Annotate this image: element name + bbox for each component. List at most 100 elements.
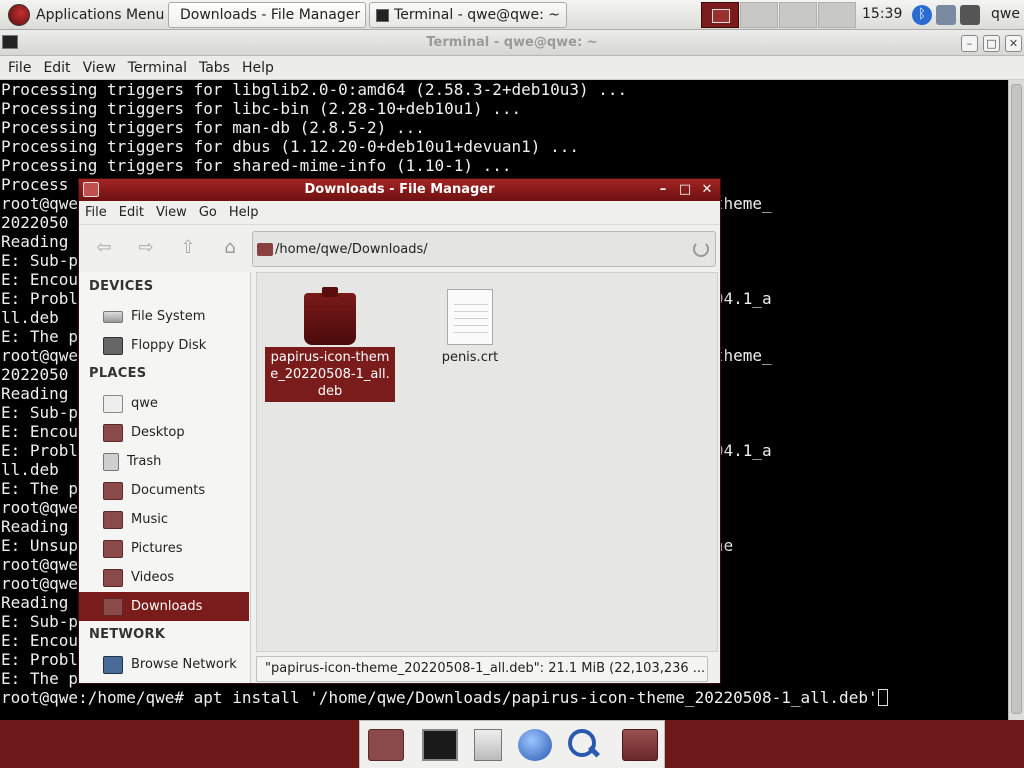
file-manager-sidebar: DEVICES File System Floppy Disk PLACES q… <box>79 272 251 683</box>
menu-terminal[interactable]: Terminal <box>122 60 193 76</box>
file-icon-wrap <box>405 285 535 347</box>
sidebar-item-floppy-disk[interactable]: Floppy Disk <box>79 331 249 360</box>
dock-files-icon[interactable] <box>622 729 658 761</box>
workspace-4[interactable] <box>818 2 856 28</box>
clock[interactable]: 15:39 <box>862 6 902 22</box>
workspace-2[interactable] <box>740 2 778 28</box>
file-icon-wrap <box>265 285 395 347</box>
fm-minimize-button[interactable]: – <box>654 181 672 199</box>
dock-file-cabinet-icon[interactable] <box>474 729 502 761</box>
sidebar-item-browse-network[interactable]: Browse Network <box>79 650 249 679</box>
menu-help[interactable]: Help <box>236 60 280 76</box>
task-label: Terminal - qwe@qwe: ~ <box>394 7 560 23</box>
dock-web-browser-icon[interactable] <box>518 729 552 761</box>
menu-tabs[interactable]: Tabs <box>193 60 236 76</box>
task-label: Downloads - File Manager <box>180 7 361 23</box>
sidebar-item-file-system[interactable]: File System <box>79 302 249 331</box>
sidebar-item-label: Pictures <box>131 541 183 556</box>
menu-view[interactable]: View <box>77 60 122 76</box>
videos-folder-icon <box>103 568 123 587</box>
terminal-titlebar[interactable]: Terminal - qwe@qwe: ~ – □ ✕ <box>0 30 1024 56</box>
user-name[interactable]: qwe <box>991 6 1020 22</box>
sidebar-header-network: NETWORK <box>89 627 166 642</box>
menu-edit[interactable]: Edit <box>37 60 76 76</box>
fm-menu-view[interactable]: View <box>150 205 193 220</box>
sidebar-item-pictures[interactable]: Pictures <box>79 534 249 563</box>
bottom-dock <box>359 720 665 768</box>
sidebar-item-trash[interactable]: Trash <box>79 447 249 476</box>
sidebar-item-home[interactable]: qwe <box>79 389 249 418</box>
package-icon <box>304 287 356 345</box>
fm-maximize-button[interactable]: □ <box>676 181 694 199</box>
scrollbar-thumb[interactable] <box>1011 84 1022 714</box>
file-item-penis-crt[interactable]: penis.crt <box>405 285 535 368</box>
forward-arrow-icon[interactable]: ⇨ <box>133 236 159 260</box>
terminal-title: Terminal - qwe@qwe: ~ <box>426 35 598 50</box>
terminal-scrollbar[interactable] <box>1008 80 1024 720</box>
file-manager-titlebar[interactable]: Downloads - File Manager – □ ✕ <box>79 179 720 201</box>
applications-menu-label: Applications Menu <box>36 7 165 23</box>
workspace-3[interactable] <box>779 2 817 28</box>
dock-search-icon[interactable] <box>566 729 600 761</box>
network-tray-icon[interactable] <box>936 5 956 25</box>
workspace-1[interactable] <box>701 2 739 28</box>
up-arrow-icon[interactable]: ⇧ <box>175 236 201 260</box>
sidebar-item-desktop[interactable]: Desktop <box>79 418 249 447</box>
display-tray-icon[interactable] <box>960 5 980 25</box>
sidebar-item-videos[interactable]: Videos <box>79 563 249 592</box>
reload-icon[interactable] <box>693 241 709 257</box>
terminal-line: Processing triggers for man-db (2.8.5-2)… <box>1 118 425 137</box>
dock-terminal-icon[interactable] <box>422 729 458 761</box>
back-arrow-icon[interactable]: ⇦ <box>91 236 117 260</box>
floppy-icon <box>103 336 123 355</box>
status-bar: "papirus-icon-theme_20220508-1_all.deb":… <box>256 656 708 682</box>
dock-home-folder-icon[interactable] <box>368 729 404 761</box>
fm-menu-go[interactable]: Go <box>193 205 223 220</box>
sidebar-item-label: File System <box>131 309 206 324</box>
task-terminal[interactable]: Terminal - qwe@qwe: ~ <box>369 2 567 28</box>
network-icon <box>103 655 123 674</box>
downloads-folder-icon <box>103 597 123 616</box>
sidebar-item-label: qwe <box>131 396 158 411</box>
sidebar-header-devices: DEVICES <box>89 279 154 294</box>
pictures-folder-icon <box>103 539 123 558</box>
sidebar-item-label: Videos <box>131 570 175 585</box>
menu-file[interactable]: File <box>2 60 37 76</box>
terminal-line: Processing triggers for shared-mime-info… <box>1 156 512 175</box>
minimize-button[interactable]: – <box>961 35 978 52</box>
fm-menu-help[interactable]: Help <box>223 205 265 220</box>
document-icon <box>447 289 493 345</box>
bluetooth-icon[interactable]: ᛒ <box>912 5 932 25</box>
top-panel: Applications Menu Downloads - File Manag… <box>0 0 1024 30</box>
text-cursor <box>877 689 888 706</box>
file-manager-title: Downloads - File Manager <box>304 182 495 197</box>
task-file-manager[interactable]: Downloads - File Manager <box>168 2 366 28</box>
prompt-text: root@qwe:/home/qwe# apt install '/home/q… <box>1 688 878 707</box>
sidebar-item-label: Desktop <box>131 425 185 440</box>
fm-menu-edit[interactable]: Edit <box>113 205 150 220</box>
applications-menu-button[interactable]: Applications Menu <box>2 2 170 28</box>
location-path: /home/qwe/Downloads/ <box>275 241 428 257</box>
file-icon-view[interactable]: papirus-icon-theme_20220508-1_all.deb pe… <box>256 272 718 652</box>
location-bar[interactable]: /home/qwe/Downloads/ <box>252 231 716 267</box>
sidebar-item-label: Downloads <box>131 599 203 614</box>
home-icon[interactable]: ⌂ <box>217 236 243 260</box>
terminal-line: Processing triggers for libc-bin (2.28-1… <box>1 99 522 118</box>
file-item-papirus-deb[interactable]: papirus-icon-theme_20220508-1_all.deb <box>265 285 395 402</box>
close-button[interactable]: ✕ <box>1005 35 1022 52</box>
desktop-folder-icon <box>103 423 123 442</box>
maximize-button[interactable]: □ <box>983 35 1000 52</box>
file-name: papirus-icon-theme_20220508-1_all.deb <box>265 347 395 402</box>
fm-menu-file[interactable]: File <box>79 205 113 220</box>
file-manager-window: Downloads - File Manager – □ ✕ File Edit… <box>78 178 721 684</box>
sidebar-item-music[interactable]: Music <box>79 505 249 534</box>
folder-icon <box>257 242 273 256</box>
sidebar-item-label: Browse Network <box>131 657 237 672</box>
fm-close-button[interactable]: ✕ <box>698 181 716 199</box>
sidebar-item-downloads[interactable]: Downloads <box>79 592 249 621</box>
sidebar-header-places: PLACES <box>89 366 147 381</box>
file-manager-menubar: File Edit View Go Help <box>79 201 720 225</box>
distro-logo-icon <box>8 4 30 26</box>
sidebar-item-documents[interactable]: Documents <box>79 476 249 505</box>
terminal-prompt-line: root@qwe:/home/qwe# apt install '/home/q… <box>1 688 1008 707</box>
